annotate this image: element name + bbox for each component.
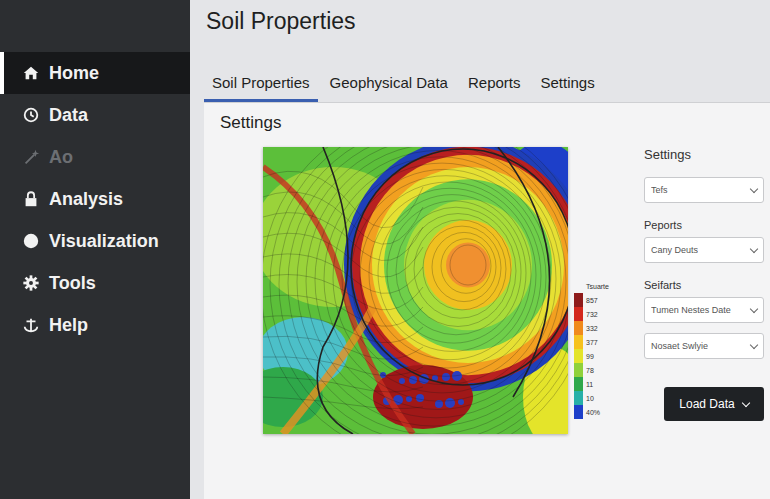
legend-swatch — [574, 321, 583, 335]
settings-title: Settings — [644, 147, 764, 165]
legend-label: 10 — [586, 395, 594, 402]
tab[interactable]: Geophysical Data — [322, 68, 456, 102]
sidebar-label: Data — [49, 105, 88, 126]
content-row: Tsuarte 857 732 332 377 99 78 11 10 40% Settings Te… — [220, 139, 770, 434]
sidebar-label: Visualization — [49, 231, 159, 252]
tab[interactable]: Reports — [460, 68, 529, 102]
legend-swatch — [574, 335, 583, 349]
dropdown[interactable]: Tefs — [644, 177, 764, 203]
legend-swatch — [574, 391, 583, 405]
circle-icon — [22, 232, 40, 250]
legend-label: 857 — [586, 297, 598, 304]
sidebar-label: Home — [49, 63, 99, 84]
soil-map[interactable] — [263, 147, 568, 434]
field-label: Seifarts — [644, 279, 764, 293]
sidebar-item[interactable]: Analysis — [0, 178, 190, 220]
legend-swatch — [574, 363, 583, 377]
legend-swatch — [574, 349, 583, 363]
sidebar-label: Tools — [49, 273, 96, 294]
sidebar-label: Analysis — [49, 189, 123, 210]
tab-bar: Soil PropertiesGeophysical DataReportsSe… — [204, 62, 770, 102]
dropdown-value: Nosaet Swlyie — [651, 341, 708, 351]
sidebar-item[interactable]: Data — [0, 94, 190, 136]
chevron-icon — [750, 244, 758, 252]
gear-icon — [22, 274, 40, 292]
wand-icon — [22, 148, 40, 166]
sidebar: Home Data Ao Analysis Visualization Tools Help — [0, 0, 190, 499]
chevron-icon — [750, 340, 758, 348]
panel-title: Settings — [220, 113, 770, 139]
legend-entry: 11 — [574, 377, 614, 391]
sidebar-item: Ao — [0, 136, 190, 178]
legend-swatch — [574, 307, 583, 321]
load-data-button[interactable]: Load Data — [664, 387, 764, 421]
legend-entry: 78 — [574, 363, 614, 377]
legend-label: 732 — [586, 311, 598, 318]
legend-swatch — [574, 293, 583, 307]
legend-label: 377 — [586, 339, 598, 346]
map-legend: Tsuarte 857 732 332 377 99 78 11 10 40% — [574, 147, 614, 434]
tab[interactable]: Soil Properties — [204, 68, 318, 102]
legend-entry: 40% — [574, 405, 614, 419]
legend-label: 40% — [586, 409, 600, 416]
dropdown[interactable]: Tumen Nestes Date — [644, 297, 764, 323]
legend-swatch — [574, 405, 583, 419]
chevron-icon — [750, 184, 758, 192]
clock-icon — [22, 106, 40, 124]
legend-label: 332 — [586, 325, 598, 332]
lock-icon — [22, 190, 40, 208]
dropdown[interactable]: Nosaet Swlyie — [644, 333, 764, 359]
sidebar-item[interactable]: Visualization — [0, 220, 190, 262]
caret-icon — [741, 398, 749, 406]
main-area: Soil PropertiesSoil PropertiesGeophysica… — [190, 0, 770, 499]
legend-label: 99 — [586, 353, 594, 360]
sidebar-item[interactable]: Help — [0, 304, 190, 346]
sidebar-label: Ao — [49, 147, 73, 168]
dropdown-value: Cany Deuts — [651, 245, 698, 255]
settings-panel: Settings Tsuarte 857 732 332 377 99 78 11 10 40% Se… — [204, 102, 770, 499]
legend-label: 78 — [586, 367, 594, 374]
legend-entry: 332 — [574, 321, 614, 335]
legend-entry: 99 — [574, 349, 614, 363]
legend-title: Tsuarte — [574, 283, 614, 293]
sidebar-item[interactable]: Tools — [0, 262, 190, 304]
dropdown[interactable]: Cany Deuts — [644, 237, 764, 263]
dropdown-value: Tumen Nestes Date — [651, 305, 731, 315]
anchor-icon — [22, 316, 40, 334]
legend-swatch — [574, 377, 583, 391]
chevron-icon — [750, 304, 758, 312]
button-label: Load Data — [679, 397, 734, 411]
sidebar-label: Help — [49, 315, 88, 336]
legend-entry: 732 — [574, 307, 614, 321]
settings-column: Settings Tefs Peports Cany Deuts Seifarts Tum… — [620, 147, 770, 434]
home-icon — [22, 64, 40, 82]
tab[interactable]: Settings — [532, 68, 602, 102]
legend-entry: 10 — [574, 391, 614, 405]
legend-label: 11 — [586, 381, 593, 388]
page-title: Soil Properties — [204, 0, 770, 62]
legend-entry: 857 — [574, 293, 614, 307]
dropdown-value: Tefs — [651, 185, 668, 195]
sidebar-item[interactable]: Home — [0, 52, 190, 94]
legend-entry: 377 — [574, 335, 614, 349]
field-label: Peports — [644, 219, 764, 233]
